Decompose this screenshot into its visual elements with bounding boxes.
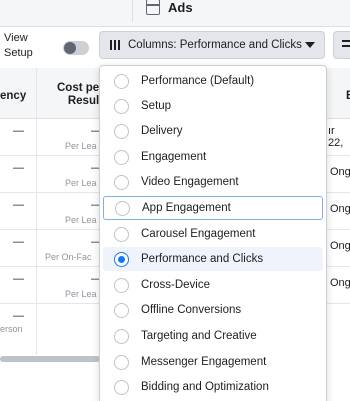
cell-frequency: — (13, 199, 24, 211)
menu-item-label: Cross-Device (141, 279, 211, 291)
menu-item-messenger-engagement[interactable]: Messenger Engagement (103, 350, 323, 374)
view-setup-toggle[interactable] (63, 41, 89, 55)
cell-next: Ong (330, 277, 350, 289)
cell-frequency: — (13, 162, 24, 174)
radio-icon (114, 354, 129, 370)
radio-icon (114, 174, 129, 190)
columns-dropdown-button[interactable]: Columns: Performance and Clicks (99, 31, 325, 59)
radio-icon (114, 251, 129, 267)
radio-icon (114, 379, 129, 395)
radio-icon (114, 98, 129, 114)
cell-next: ır 22, (328, 125, 344, 149)
radio-icon (114, 149, 129, 165)
menu-item-label: App Engagement (142, 202, 231, 214)
tab-ads[interactable]: Ads (146, 0, 193, 15)
menu-item-label: Targeting and Creative (141, 330, 257, 342)
radio-icon (114, 123, 129, 139)
cell-next: Ong (330, 166, 350, 178)
columns-button-label: Columns: Performance and Clicks (128, 39, 302, 51)
menu-item-label: Setup (141, 100, 172, 112)
toggle-knob (64, 42, 76, 54)
radio-icon (115, 200, 130, 216)
radio-icon (114, 328, 129, 344)
view-setup-label: View Setup (4, 31, 33, 61)
view-setup-line1: View (4, 32, 28, 44)
menu-item-label: Performance (Default) (141, 75, 255, 87)
menu-item-bidding-and-optimization[interactable]: Bidding and Optimization (103, 375, 323, 399)
ads-tab-icon (146, 0, 160, 15)
header-cost-line2: Resul (67, 95, 100, 107)
cell-next: Ong (330, 203, 350, 215)
cell-frequency: — (13, 125, 24, 137)
cell-cost-sub: Per On-Fac (45, 252, 92, 262)
menu-item-label: Offline Conversions (141, 304, 242, 316)
cell-frequency: — (13, 273, 24, 285)
columns-icon (110, 40, 120, 50)
toolbar: View Setup Columns: Performance and Clic… (0, 26, 350, 68)
menu-item-engagement[interactable]: Engagement (103, 145, 323, 169)
cell-frequency-sub: erson (0, 324, 23, 334)
menu-item-targeting-and-creative[interactable]: Targeting and Creative (103, 324, 323, 348)
breakdown-button[interactable] (333, 31, 350, 59)
cell-next: Ong (330, 240, 350, 252)
menu-item-performance-default[interactable]: Performance (Default) (103, 69, 323, 93)
menu-item-setup[interactable]: Setup (103, 94, 323, 118)
cell-frequency: — (13, 310, 24, 322)
menu-item-label: Messenger Engagement (141, 356, 267, 368)
header-next-column[interactable]: B (346, 90, 350, 102)
menu-item-offline-conversions[interactable]: Offline Conversions (103, 298, 323, 322)
header-frequency[interactable]: ency (0, 90, 26, 102)
menu-item-label: Performance and Clicks (141, 253, 264, 265)
tab-ads-label: Ads (168, 0, 193, 15)
menu-item-label: Engagement (141, 151, 207, 163)
menu-item-label: Bidding and Optimization (141, 381, 269, 393)
breakdown-icon (342, 40, 350, 50)
menu-item-delivery[interactable]: Delivery (103, 119, 323, 143)
menu-item-label: Carousel Engagement (141, 228, 256, 240)
cell-cost-sub: Per Lea (65, 215, 97, 225)
radio-icon (114, 73, 129, 89)
menu-item-app-engagement[interactable]: App Engagement (103, 196, 323, 220)
header-cost-line1: Cost pe (57, 82, 100, 94)
radio-icon (114, 226, 129, 242)
menu-item-label: Video Engagement (141, 176, 239, 188)
radio-icon (114, 277, 129, 293)
tab-divider (132, 0, 133, 22)
radio-icon (114, 302, 129, 318)
cell-cost-sub: Per Lea (65, 178, 97, 188)
columns-dropdown-menu: Performance (Default) Setup Delivery Eng… (99, 65, 327, 401)
horizontal-scrollbar[interactable] (0, 356, 100, 362)
chevron-down-icon (305, 42, 315, 48)
menu-item-carousel-engagement[interactable]: Carousel Engagement (103, 222, 323, 246)
cell-frequency: — (13, 236, 24, 248)
menu-item-performance-and-clicks[interactable]: Performance and Clicks (103, 247, 323, 271)
view-setup-line2: Setup (4, 47, 33, 59)
menu-item-video-engagement[interactable]: Video Engagement (103, 170, 323, 194)
header-cost-per-result[interactable]: Cost pe Resul (57, 82, 99, 108)
menu-item-cross-device[interactable]: Cross-Device (103, 273, 323, 297)
menu-item-label: Delivery (141, 125, 183, 137)
cell-cost-sub: Per Lea (65, 141, 97, 151)
cell-cost-sub: Per Lea (65, 289, 97, 299)
